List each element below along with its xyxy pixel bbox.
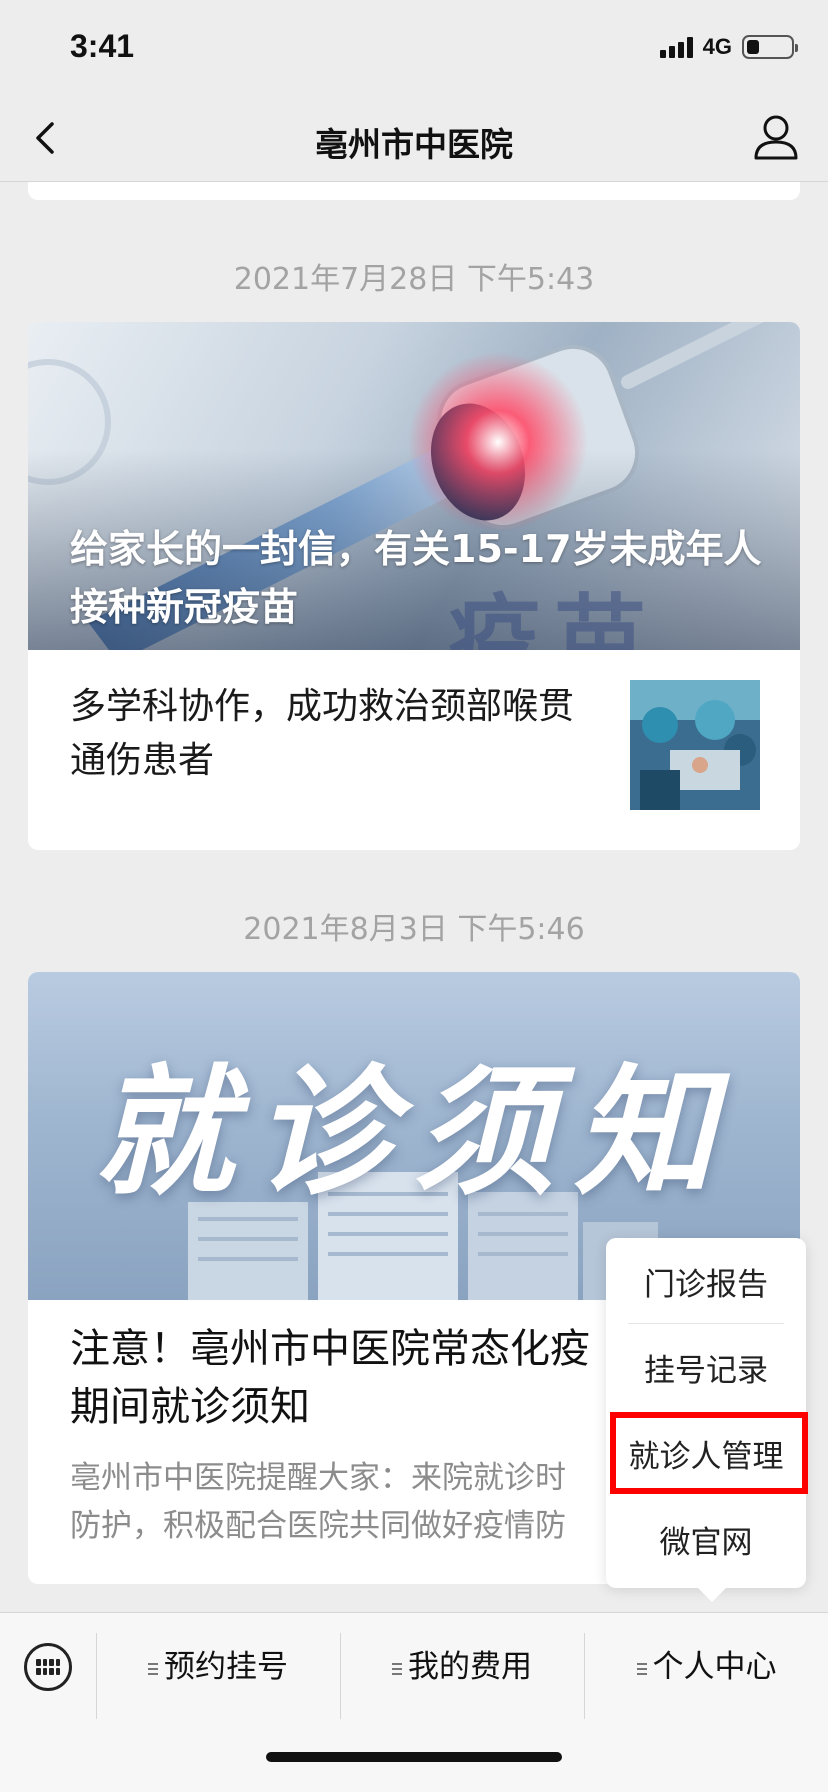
sub-article-row[interactable]: 多学科协作，成功救治颈部喉贯通伤患者 (28, 650, 800, 848)
status-time: 3:41 (70, 28, 135, 64)
keyboard-icon (36, 1659, 60, 1675)
battery-icon (742, 35, 798, 59)
article-hero[interactable]: 疫苗 给家长的一封信，有关15-17岁未成年人接种新冠疫苗 (28, 322, 800, 650)
status-indicators: 4G (659, 34, 798, 60)
tab-personal-center[interactable]: 个人中心 (585, 1645, 828, 1689)
home-indicator[interactable] (266, 1752, 562, 1762)
keyboard-toggle-button[interactable] (24, 1643, 72, 1691)
bottom-menu-bar: 预约挂号 我的费用 个人中心 (0, 1612, 828, 1792)
article-headline: 给家长的一封信，有关15-17岁未成年人接种新冠疫苗 (70, 527, 762, 629)
menu-item-outpatient-report[interactable]: 门诊报告 (606, 1242, 806, 1328)
timestamp: 2021年7月28日 下午5:43 (233, 262, 595, 297)
tab-label: 个人中心 (652, 1649, 777, 1685)
nav-bar: 亳州市中医院 (0, 96, 828, 182)
sub-article-title: 多学科协作，成功救治颈部喉贯通伤患者 (70, 686, 575, 781)
menu-item-registration-record[interactable]: 挂号记录 (606, 1328, 806, 1414)
tab-appointment[interactable]: 预约挂号 (97, 1645, 339, 1689)
page-title: 亳州市中医院 (315, 125, 513, 164)
menu-lines-icon (148, 1662, 158, 1675)
hero-notice-text: 就诊须知 (93, 1051, 734, 1215)
timestamp: 2021年8月3日 下午5:46 (243, 912, 585, 947)
profile-button[interactable] (750, 110, 802, 166)
status-bar: 3:41 4G (0, 0, 828, 96)
menu-lines-icon (392, 1662, 402, 1675)
menu-lines-icon (636, 1662, 647, 1675)
tab-label: 预约挂号 (164, 1649, 288, 1685)
network-type: 4G (702, 34, 732, 59)
surgery-thumbnail (630, 680, 760, 810)
signal-icon (659, 36, 693, 58)
tab-label: 我的费用 (408, 1649, 532, 1685)
menu-divider (628, 1323, 784, 1324)
article-card: 疫苗 给家长的一封信，有关15-17岁未成年人接种新冠疫苗 多学科协作，成功救治… (28, 322, 800, 850)
tab-my-fees[interactable]: 我的费用 (341, 1645, 583, 1689)
user-icon (754, 115, 798, 160)
highlight-box (610, 1412, 808, 1494)
menu-item-micro-website[interactable]: 微官网 (606, 1500, 806, 1586)
